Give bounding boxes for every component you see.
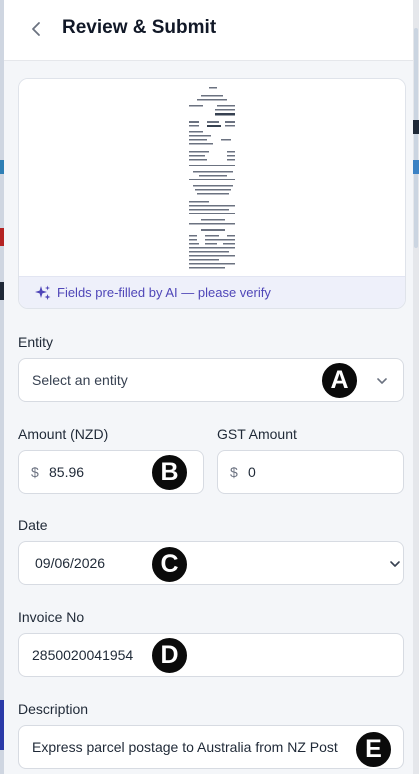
date-label: Date <box>18 517 48 533</box>
annotation-badge-e: E <box>354 730 393 769</box>
back-button[interactable] <box>24 14 48 44</box>
scrollbar[interactable] <box>413 0 419 774</box>
receipt-thumbnail <box>187 85 239 273</box>
description-value: Express parcel postage to Australia from… <box>32 739 338 755</box>
description-label: Description <box>18 701 89 717</box>
ai-notice-bar: Fields pre-filled by AI — please verify <box>19 276 405 308</box>
annotation-badge-b: B <box>150 453 189 492</box>
amount-value: 85.96 <box>49 464 85 480</box>
entity-placeholder: Select an entity <box>32 372 128 388</box>
chevron-down-icon <box>390 561 400 567</box>
ai-notice-text: Fields pre-filled by AI — please verify <box>57 285 271 300</box>
panel-header: Review & Submit <box>4 0 413 61</box>
receipt-preview-card: Fields pre-filled by AI — please verify <box>18 78 406 309</box>
gst-label: GST Amount <box>217 426 297 442</box>
annotation-badge-a: A <box>320 361 359 400</box>
gst-input[interactable]: $ 0 <box>217 450 404 494</box>
chevron-down-icon <box>377 378 387 384</box>
currency-symbol: $ <box>230 464 238 480</box>
date-picker[interactable]: 09/06/2026 <box>18 541 404 585</box>
date-value: 09/06/2026 <box>35 555 106 571</box>
background-mark <box>413 120 419 134</box>
sparkles-icon <box>35 285 51 300</box>
chevron-left-icon <box>32 22 40 36</box>
annotation-badge-c: C <box>150 545 189 584</box>
invoice-label: Invoice No <box>18 609 85 625</box>
receipt-image[interactable] <box>19 79 405 276</box>
amount-label: Amount (NZD) <box>18 426 109 442</box>
invoice-input[interactable]: 2850020041954 <box>18 633 404 677</box>
gst-value: 0 <box>248 464 256 480</box>
page-title: Review & Submit <box>62 17 217 38</box>
scrollbar-thumb[interactable] <box>414 28 418 248</box>
background-mark <box>413 160 419 174</box>
invoice-value: 2850020041954 <box>32 647 134 663</box>
description-input[interactable]: Express parcel postage to Australia from… <box>18 725 404 769</box>
annotation-badge-d: D <box>150 636 189 675</box>
currency-symbol: $ <box>31 464 39 480</box>
entity-label: Entity <box>18 334 54 350</box>
